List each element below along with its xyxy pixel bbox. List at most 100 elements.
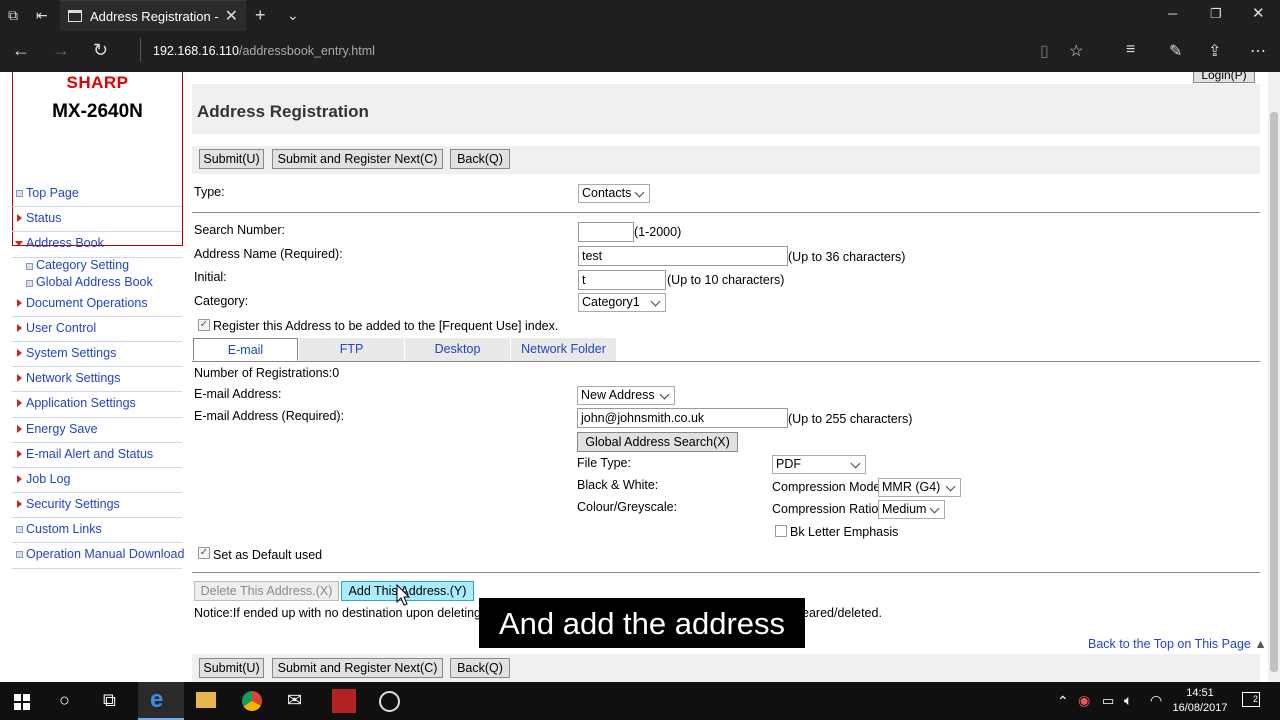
refresh-icon[interactable]: ↻	[93, 40, 108, 61]
square-bullet-icon	[16, 551, 23, 559]
sidebar-item-job-log[interactable]: Job Log	[12, 468, 182, 494]
compression-mode-select[interactable]: MMR (G4)	[878, 478, 961, 497]
set-default-checkbox[interactable]: ✓	[198, 547, 210, 559]
email-address-hint: (Up to 255 characters)	[788, 412, 913, 426]
sidebar-item-address-book[interactable]: Address Book	[12, 232, 182, 258]
web-note-icon[interactable]: ✎	[1169, 41, 1182, 61]
windows-start-icon[interactable]	[14, 694, 30, 710]
more-icon[interactable]: ⋯	[1250, 41, 1266, 61]
chevron-down-icon	[634, 187, 645, 198]
initial-input[interactable]: t	[578, 270, 666, 290]
address-bar[interactable]: 192.168.16.110/addressbook_entry.html	[153, 44, 375, 58]
sidebar-item-user-control[interactable]: User Control	[12, 317, 182, 342]
sidebar-item-label: Application Settings	[26, 396, 136, 411]
type-select[interactable]: Contacts	[578, 184, 650, 203]
sidebar-item-e-mail-alert-and-status[interactable]: E-mail Alert and Status	[12, 443, 182, 468]
tray-app-icon[interactable]: ◉	[1078, 692, 1090, 709]
sidebar-item-label: Category Setting	[36, 257, 130, 272]
action-center-icon[interactable]: 2	[1242, 692, 1260, 707]
arrow-right-icon	[17, 424, 22, 433]
page-scrollbar[interactable]	[1268, 72, 1280, 682]
file-type-select[interactable]: PDF	[772, 455, 866, 474]
sidebar-item-network-settings[interactable]: Network Settings	[12, 367, 182, 393]
sidebar-item-global-address-book[interactable]: Global Address Book	[12, 275, 182, 292]
sidebar-item-security-settings[interactable]: Security Settings	[12, 493, 182, 519]
sidebar-item-operation-manual-download[interactable]: Operation Manual Download	[12, 543, 184, 569]
wifi-icon[interactable]: ◠	[1150, 692, 1162, 709]
global-address-search-button[interactable]: Global Address Search(X)	[577, 432, 738, 452]
battery-icon[interactable]: ▭	[1102, 693, 1114, 709]
back-arrow-icon[interactable]: ←	[12, 40, 30, 61]
forward-arrow-icon[interactable]: →	[52, 40, 70, 61]
close-window-icon[interactable]: ✕	[1252, 4, 1265, 22]
submit-button[interactable]: Submit(U)	[199, 149, 264, 169]
sidebar-item-label: Top Page	[26, 186, 79, 200]
login-button[interactable]: Login(P)	[1193, 72, 1255, 83]
submit-register-next-button-bottom[interactable]: Submit and Register Next(C)	[272, 658, 443, 678]
search-number-input[interactable]	[578, 222, 634, 242]
notice-text-end: eared/deleted.	[802, 606, 882, 620]
chevron-down-icon	[929, 503, 940, 514]
reading-view-icon[interactable]: ▯	[1040, 41, 1049, 61]
file-explorer-icon[interactable]	[196, 692, 216, 708]
set-aside-tabs-icon[interactable]: ⇤	[36, 0, 48, 30]
compression-ratio-select[interactable]: Medium	[878, 500, 945, 519]
close-tab-icon[interactable]: ✕	[225, 6, 238, 26]
tab-ftp[interactable]: FTP	[299, 338, 405, 361]
hub-icon[interactable]: ≡	[1126, 41, 1135, 59]
new-tab-icon[interactable]: +	[255, 0, 266, 30]
favorite-star-icon[interactable]: ☆	[1069, 41, 1083, 61]
arrow-right-icon	[17, 399, 22, 408]
submit-register-next-button[interactable]: Submit and Register Next(C)	[272, 149, 443, 169]
delete-address-button[interactable]: Delete This Address.(X)	[194, 581, 339, 601]
email-address-select[interactable]: New Address	[577, 386, 675, 405]
voicemeeter-icon[interactable]	[332, 689, 356, 713]
tab-network-folder[interactable]: Network Folder	[511, 338, 617, 361]
page-header: Address Registration	[192, 84, 1260, 134]
category-select[interactable]: Category1	[578, 293, 666, 312]
tray-chevron-up-icon[interactable]: ⌃	[1057, 693, 1069, 710]
back-button[interactable]: Back(Q)	[450, 149, 510, 169]
mail-icon[interactable]: ✉	[287, 690, 302, 711]
page-title: Address Registration	[197, 102, 369, 121]
initial-hint: (Up to 10 characters)	[667, 273, 785, 287]
compression-mode-label: Compression Mode:	[772, 480, 884, 494]
back-button-bottom[interactable]: Back(Q)	[450, 658, 510, 678]
address-name-input[interactable]: test	[578, 246, 788, 266]
sidebar-item-energy-save[interactable]: Energy Save	[12, 418, 182, 443]
task-view-icon[interactable]: ⧉	[103, 690, 116, 711]
share-icon[interactable]: ⇪	[1208, 41, 1221, 61]
search-circle-icon[interactable]: ○	[59, 690, 70, 711]
category-label: Category:	[194, 294, 249, 308]
sidebar-item-top-page[interactable]: Top Page	[12, 182, 182, 208]
bk-letter-emphasis-checkbox[interactable]	[775, 525, 787, 537]
tab-email[interactable]: E-mail	[193, 338, 298, 361]
submit-button-bottom[interactable]: Submit(U)	[199, 658, 264, 678]
sidebar-item-custom-links[interactable]: Custom Links	[12, 518, 182, 544]
scrollbar-thumb[interactable]	[1270, 112, 1278, 672]
sidebar-item-label: Global Address Book	[36, 274, 153, 289]
sidebar-item-document-operations[interactable]: Document Operations	[12, 292, 182, 317]
browser-tab[interactable]: Address Registration - M ✕	[60, 0, 246, 31]
frequent-use-label: Register this Address to be added to the…	[213, 319, 559, 333]
minimize-icon[interactable]: ─	[1168, 6, 1177, 21]
category-select-value: Category1	[582, 295, 640, 309]
chevron-down-icon[interactable]: ⌄	[287, 0, 299, 30]
sidebar-item-category-setting[interactable]: Category Setting	[12, 258, 182, 275]
back-to-top-link[interactable]: Back to the Top on This Page ▲	[1088, 637, 1267, 651]
tab-manager-icon[interactable]: ⧉	[8, 0, 18, 30]
obs-icon[interactable]	[379, 691, 400, 712]
tab-desktop[interactable]: Desktop	[405, 338, 511, 361]
chrome-icon[interactable]	[242, 691, 262, 711]
volume-icon[interactable]: 🔈︎	[1124, 692, 1132, 709]
clock[interactable]: 14:51 16/08/2017	[1172, 686, 1228, 716]
sidebar-item-system-settings[interactable]: System Settings	[12, 342, 182, 368]
edge-taskbar-item[interactable]: e	[138, 682, 184, 720]
sidebar-item-label: Job Log	[26, 471, 71, 486]
email-address-input[interactable]: john@johnsmith.co.uk	[577, 408, 788, 428]
frequent-use-checkbox[interactable]: ✓	[198, 319, 210, 331]
triangle-up-icon: ▲	[1254, 637, 1267, 651]
maximize-icon[interactable]: ❐	[1210, 6, 1222, 22]
sidebar-item-application-settings[interactable]: Application Settings	[12, 392, 182, 418]
sidebar-item-status[interactable]: Status	[12, 207, 182, 233]
